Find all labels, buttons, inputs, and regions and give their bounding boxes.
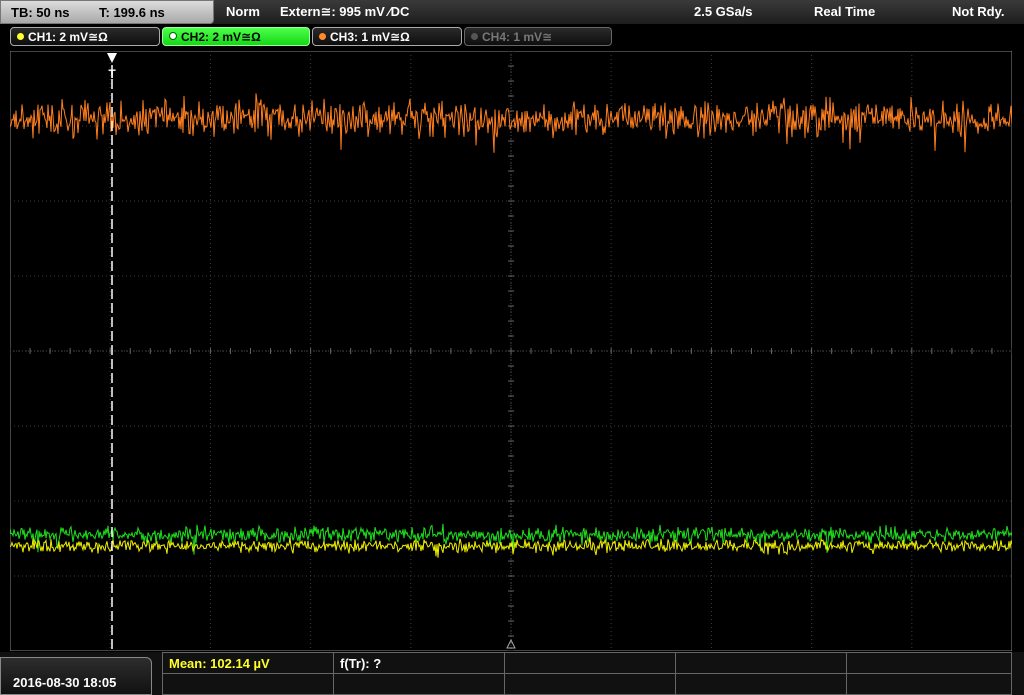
measurement-ftr-cell[interactable]: f(Tr): ?: [333, 652, 505, 674]
timebase-box[interactable]: TB: 50 ns T: 199.6 ns: [0, 0, 214, 24]
trigger-mode-label[interactable]: Norm: [226, 4, 260, 19]
measurement-cell-9[interactable]: [675, 673, 847, 695]
measurement-cell-5[interactable]: [846, 652, 1012, 674]
channel-1-dot-icon: [17, 33, 24, 40]
trigger-time-label: T: 199.6 ns: [99, 5, 165, 20]
trigger-status-label: Not Rdy.: [952, 4, 1005, 19]
bottom-bar: 2016-08-30 18:05 Mean: 102.14 µV f(Tr): …: [0, 652, 1024, 695]
channel-3-button[interactable]: CH3: 1 mV≅Ω: [312, 27, 462, 46]
status-bar: TB: 50 ns T: 199.6 ns Norm Extern≅: 995 …: [0, 0, 1024, 24]
channel-4-button[interactable]: CH4: 1 mV≅: [464, 27, 612, 46]
sample-rate-label: 2.5 GSa/s: [694, 4, 753, 19]
measurement-ftr-label: f(Tr): ?: [340, 656, 382, 671]
channel-2-dot-icon: [169, 32, 177, 40]
measurement-mean-label: Mean: 102.14 µV: [169, 656, 270, 671]
waveform-display[interactable]: T: [10, 51, 1012, 651]
measurement-panel[interactable]: Mean: 102.14 µV f(Tr): ?: [162, 652, 1012, 695]
measurement-cell-4[interactable]: [675, 652, 847, 674]
acquisition-mode-label: Real Time: [814, 4, 876, 19]
channel-4-dot-icon: [471, 33, 478, 40]
measurement-cell-8[interactable]: [504, 673, 676, 695]
trigger-marker-label: T: [108, 67, 116, 81]
measurement-cell-10[interactable]: [846, 673, 1012, 695]
channel-1-label: CH1: 2 mV≅Ω: [28, 30, 108, 44]
trigger-source-label[interactable]: Extern≅: 995 mV ⁄DC: [280, 4, 409, 20]
datetime-box: 2016-08-30 18:05: [0, 657, 152, 695]
measurement-cell-3[interactable]: [504, 652, 676, 674]
channel-3-label: CH3: 1 mV≅Ω: [330, 30, 410, 44]
measurement-cell-7[interactable]: [333, 673, 505, 695]
channel-3-dot-icon: [319, 33, 326, 40]
measurement-mean-cell[interactable]: Mean: 102.14 µV: [162, 652, 334, 674]
channel-2-button[interactable]: CH2: 2 mV≅Ω: [162, 27, 310, 46]
channel-4-label: CH4: 1 mV≅: [482, 30, 553, 44]
timebase-label: TB: 50 ns: [11, 5, 70, 20]
channel-1-button[interactable]: CH1: 2 mV≅Ω: [10, 27, 160, 46]
channel-2-label: CH2: 2 mV≅Ω: [181, 30, 261, 44]
datetime-label: 2016-08-30 18:05: [13, 675, 117, 690]
measurement-cell-6[interactable]: [162, 673, 334, 695]
